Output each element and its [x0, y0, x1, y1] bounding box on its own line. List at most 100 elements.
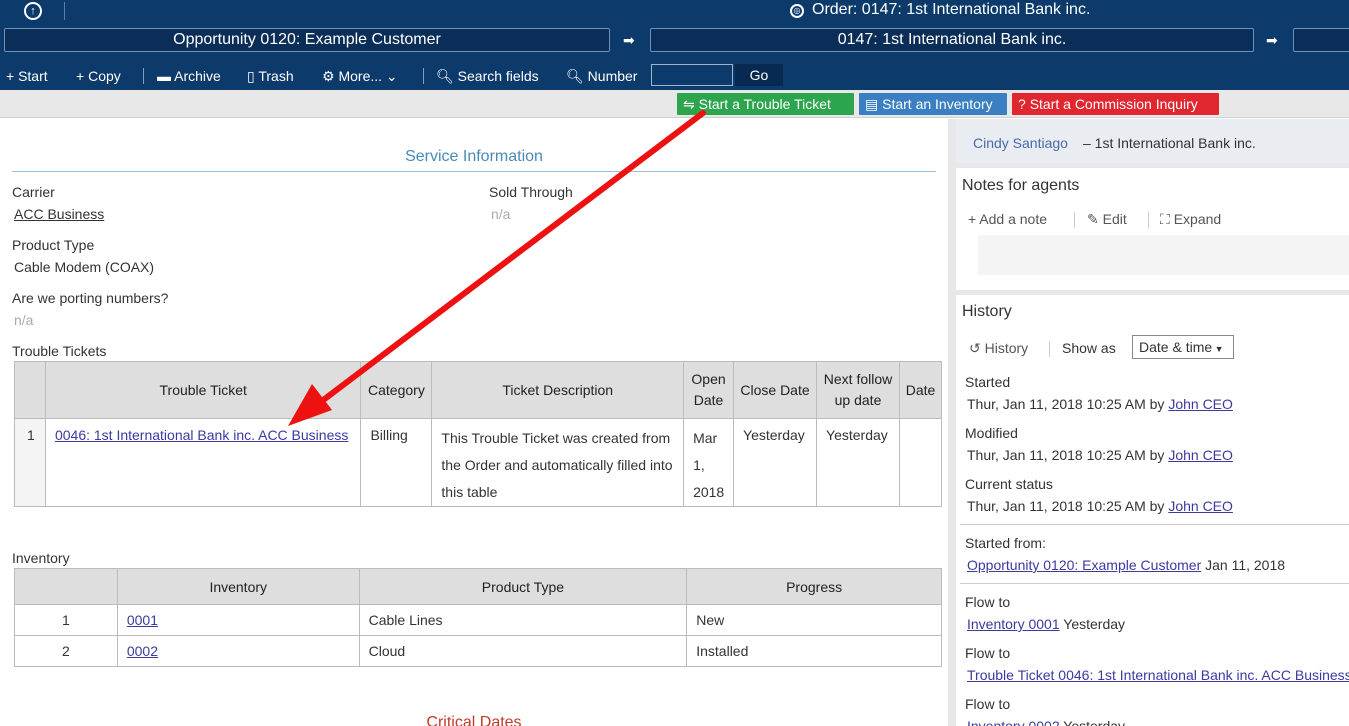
archive-button[interactable]: ▬ Archive: [157, 66, 221, 86]
search-icon: 🔍︎: [436, 68, 458, 84]
pencil-icon: ✎: [1087, 211, 1103, 227]
column-header: [14, 361, 46, 419]
plus-icon: +: [6, 68, 19, 84]
inventory-link[interactable]: Inventory 0002: [967, 718, 1060, 726]
column-header[interactable]: Ticket Description: [431, 361, 685, 419]
user-link[interactable]: John CEO: [1168, 396, 1233, 412]
chevron-down-icon: ⌄: [382, 68, 398, 84]
sold-through-label: Sold Through: [489, 184, 573, 200]
copy-button[interactable]: + Copy: [76, 66, 121, 86]
start-inventory-button[interactable]: ▤ Start an Inventory: [859, 93, 1007, 115]
carrier-link[interactable]: ACC Business: [14, 206, 104, 222]
caret-down-icon: ▼: [1212, 344, 1224, 354]
column-header[interactable]: Date: [898, 361, 943, 419]
add-note-button[interactable]: + Add a note: [968, 211, 1047, 227]
divider: [1049, 341, 1050, 357]
column-header[interactable]: Close Date: [733, 361, 818, 419]
started-value: Thur, Jan 11, 2018 10:25 AM by John CEO: [967, 396, 1233, 412]
inventory-link[interactable]: 0002: [127, 643, 158, 659]
user-link[interactable]: John CEO: [1168, 498, 1233, 514]
history-button[interactable]: ↺ History: [969, 340, 1028, 357]
column-header[interactable]: Open Date: [683, 361, 735, 419]
column-header[interactable]: Trouble Ticket: [44, 361, 362, 419]
user-link[interactable]: John CEO: [1168, 447, 1233, 463]
column-header[interactable]: Next follow up date: [816, 361, 900, 419]
column-header[interactable]: Inventory: [116, 568, 360, 605]
column-header[interactable]: Product Type: [358, 568, 688, 605]
started-from-value: Opportunity 0120: Example Customer Jan 1…: [967, 557, 1286, 573]
notes-area[interactable]: [978, 235, 1349, 275]
close-date-cell: Yesterday: [733, 418, 818, 507]
opportunity-link[interactable]: Opportunity 0120: Example Customer: [967, 557, 1201, 573]
trouble-tickets-table: Trouble Ticket Category Ticket Descripti…: [14, 361, 943, 507]
next-follow-up-cell: Yesterday: [816, 418, 900, 507]
product-type-cell: Cloud: [358, 635, 688, 667]
contact-link[interactable]: Cindy Santiago: [973, 135, 1068, 151]
flow-to-label: Flow to: [965, 645, 1011, 661]
start-button[interactable]: + Start: [6, 66, 48, 86]
page-title: ◎ Order: 0147: 1st International Bank inc…: [790, 0, 1090, 22]
number-input[interactable]: [651, 64, 733, 86]
description-cell: This Trouble Ticket was created from the…: [431, 418, 685, 507]
number-label: 🔍︎ Number: [566, 68, 638, 84]
progress-cell: Installed: [686, 635, 942, 667]
divider: [423, 68, 424, 84]
more-button[interactable]: ⚙ More... ⌄: [322, 66, 398, 86]
expand-note-button[interactable]: ⛶ Expand: [1160, 211, 1221, 228]
action-bar: ⇋ Start a Trouble Ticket ▤ Start an Inve…: [0, 90, 1349, 118]
started-label: Started: [965, 374, 1011, 390]
column-header: [14, 568, 118, 605]
carrier-label: Carrier: [12, 184, 55, 200]
start-trouble-ticket-button[interactable]: ⇋ Start a Trouble Ticket: [677, 93, 854, 115]
flow-to-value: Trouble Ticket 0046: 1st International B…: [967, 667, 1349, 683]
inventory-link[interactable]: 0001: [127, 612, 158, 628]
product-type-label: Product Type: [12, 237, 95, 253]
flow-to-label: Flow to: [965, 594, 1011, 610]
start-commission-inquiry-button[interactable]: ? Start a Commission Inquiry: [1012, 93, 1219, 115]
divider: [1074, 212, 1075, 228]
product-type-cell: Cable Lines: [358, 604, 688, 636]
ticket-link[interactable]: 0046: 1st International Bank inc. ACC Bu…: [55, 427, 348, 443]
modified-label: Modified: [965, 425, 1018, 441]
plus-icon: +: [968, 211, 980, 227]
flow-bar: Opportunity 0120: Example Customer ➡ 014…: [0, 22, 1349, 62]
flow-to-value: Inventory 0002 Yesterday: [967, 718, 1125, 726]
inventory-table: Inventory Product Type Progress 1 0001 C…: [14, 568, 942, 667]
inventory-link[interactable]: Inventory 0001: [967, 616, 1060, 632]
show-as-label: Show as: [1062, 340, 1116, 356]
trouble-ticket-link[interactable]: Trouble Ticket 0046: 1st International B…: [967, 667, 1349, 683]
porting-value: n/a: [14, 312, 34, 328]
divider: [1148, 212, 1149, 228]
search-fields-button[interactable]: 🔍︎ Search fields: [436, 66, 539, 86]
table-row: 1 0001 Cable Lines New: [14, 604, 942, 636]
go-button[interactable]: Go: [735, 64, 783, 86]
column-header[interactable]: Category: [360, 361, 433, 419]
toolbar: + Start + Copy ▬ Archive ▯ Trash ⚙ More.…: [0, 62, 1349, 90]
flow-current-button[interactable]: 0147: 1st International Bank inc.: [650, 28, 1254, 52]
critical-dates-title: Critical Dates: [426, 714, 522, 726]
inventory-cell: 0002: [116, 635, 360, 667]
section-title: Service Information: [405, 148, 543, 165]
flow-prev-button[interactable]: Opportunity 0120: Example Customer: [4, 28, 610, 52]
history-title: History: [962, 303, 1012, 320]
gear-icon: ⚙: [322, 68, 339, 84]
show-as-select[interactable]: Date & time ▼: [1132, 335, 1234, 359]
edit-note-button[interactable]: ✎ Edit: [1087, 211, 1127, 228]
open-date-cell: Mar 1, 2018: [683, 418, 735, 507]
trash-icon: ▯: [247, 68, 259, 84]
column-header[interactable]: Progress: [686, 568, 942, 605]
contact-company: – 1st International Bank inc.: [1083, 135, 1256, 151]
porting-label: Are we porting numbers?: [12, 290, 169, 306]
home-icon[interactable]: ↑: [24, 2, 42, 20]
category-cell: Billing: [360, 418, 433, 507]
flow-to-value: Inventory 0001 Yesterday: [967, 616, 1126, 632]
trash-button[interactable]: ▯ Trash: [247, 66, 294, 86]
history-card: History ↺ History Show as Date & time ▼ …: [956, 295, 1349, 726]
notes-title: Notes for agents: [962, 177, 1080, 194]
question-icon: ?: [1018, 96, 1030, 112]
plus-icon: +: [76, 68, 89, 84]
started-from-label: Started from:: [965, 535, 1046, 551]
table-row: 2 0002 Cloud Installed: [14, 635, 942, 667]
arrow-right-icon: ➡: [623, 32, 635, 48]
flow-next-button[interactable]: [1293, 28, 1349, 52]
